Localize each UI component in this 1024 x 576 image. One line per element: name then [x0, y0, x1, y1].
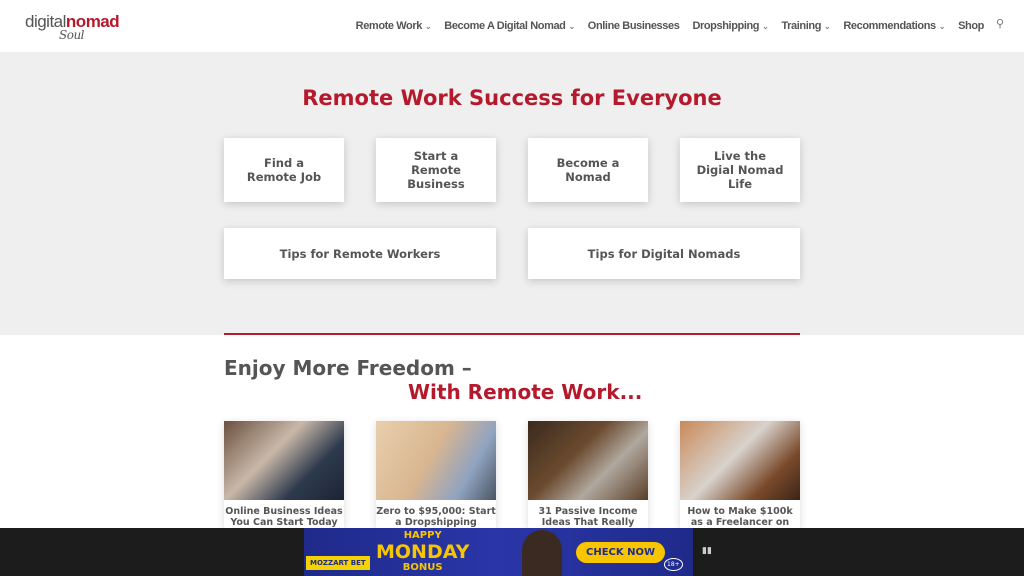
ad-check-now-button[interactable]: CHECK NOW: [576, 542, 666, 563]
nav-item[interactable]: Recommendations ⌄: [843, 20, 945, 32]
main-nav: Remote Work ⌄ Become A Digital Nomad ⌄ Onlin…: [343, 20, 985, 32]
card-digital-nomad-life[interactable]: Live the Digial Nomad Life: [680, 138, 800, 202]
card-tips-remote-workers[interactable]: Tips for Remote Workers: [224, 228, 496, 279]
post-card[interactable]: Online Business Ideas You Can Start Toda…: [224, 421, 344, 528]
ad-age-badge: 18+: [664, 558, 683, 571]
nav-item-label: Become A Digital Nomad: [444, 20, 566, 32]
post-image[interactable]: [528, 421, 648, 500]
ad-banner[interactable]: MOZZART BET HAPPY MONDAY BONUS CHECK NOW…: [304, 528, 693, 576]
post-card[interactable]: Zero to $95,000: Start a Dropshipping Bu…: [376, 421, 496, 539]
post-image[interactable]: [376, 421, 496, 500]
search-icon[interactable]: ⚲: [996, 17, 1004, 30]
page-title: Remote Work Success for Everyone: [302, 86, 722, 110]
post-image[interactable]: [224, 421, 344, 500]
section-heading: Enjoy More Freedom –: [224, 356, 472, 380]
nav-item-label: Online Businesses: [587, 20, 680, 32]
post-card[interactable]: How to Make $100k as a Freelancer on Upw…: [680, 421, 800, 539]
nav-item-label: Shop: [958, 20, 984, 32]
chevron-down-icon: ⌄: [762, 22, 769, 31]
ad-headline-line3: BONUS: [402, 562, 443, 573]
card-tips-digital-nomads[interactable]: Tips for Digital Nomads: [528, 228, 800, 279]
ad-brand-logo: MOZZART BET: [306, 556, 370, 570]
site-header: digitalnomad Soul Remote Work ⌄ Become A D…: [0, 0, 1024, 53]
divider: [224, 333, 800, 335]
chevron-down-icon: ⌄: [824, 22, 831, 31]
card-become-nomad[interactable]: Become a Nomad: [528, 138, 648, 202]
nav-item-label: Dropshipping: [692, 20, 760, 32]
section-subheading: With Remote Work...: [408, 380, 643, 404]
nav-item-label: Training: [781, 20, 822, 32]
nav-item-label: Recommendations: [843, 20, 936, 32]
card-start-remote-business[interactable]: Start a Remote Business: [376, 138, 496, 202]
ad-headline-line2: MONDAY: [376, 541, 470, 563]
nav-item[interactable]: Become A Digital Nomad ⌄: [444, 20, 575, 32]
nav-item[interactable]: Online Businesses: [588, 20, 680, 32]
nav-item-label: Remote Work: [355, 20, 423, 32]
post-card[interactable]: 31 Passive Income Ideas That Really Work: [528, 421, 648, 539]
chevron-down-icon: ⌄: [424, 22, 432, 31]
nav-item[interactable]: Shop: [958, 20, 984, 32]
chevron-down-icon: ⌄: [938, 22, 946, 31]
card-find-remote-job[interactable]: Find a Remote Job: [224, 138, 344, 202]
nav-item[interactable]: Training ⌄: [781, 20, 830, 32]
nav-item[interactable]: Dropshipping ⌄: [692, 20, 768, 32]
post-image[interactable]: [680, 421, 800, 500]
ad-close-icon[interactable]: ▮▮: [702, 546, 712, 556]
ad-headline: HAPPY MONDAY BONUS: [376, 530, 469, 574]
nav-item[interactable]: Remote Work ⌄: [356, 20, 432, 32]
ad-person-image: [522, 530, 562, 576]
post-title[interactable]: Online Business Ideas You Can Start Toda…: [224, 500, 344, 528]
site-logo[interactable]: digitalnomad Soul: [25, 12, 120, 42]
chevron-down-icon: ⌄: [568, 22, 575, 31]
